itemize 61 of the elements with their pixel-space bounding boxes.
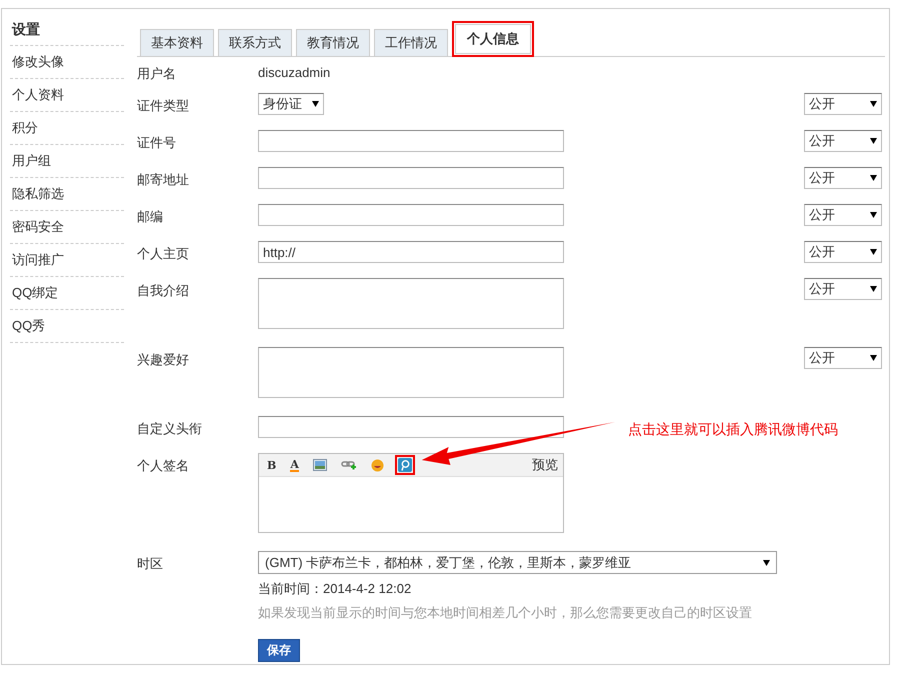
tab[interactable]: 基本资料 xyxy=(140,29,214,56)
signature-editor[interactable]: B A 预览 xyxy=(258,453,564,533)
privacy-select[interactable]: 公开 xyxy=(804,167,882,189)
caret-icon xyxy=(312,101,319,107)
caret-icon xyxy=(870,355,877,361)
field-label: 时区 xyxy=(137,555,164,573)
save-button[interactable]: 保存 xyxy=(258,639,300,662)
text-area[interactable] xyxy=(258,347,564,398)
tab[interactable]: 教育情况 xyxy=(296,29,370,56)
text-field[interactable] xyxy=(258,130,564,152)
privacy-select[interactable]: 公开 xyxy=(804,278,882,300)
username-value: discuzadmin xyxy=(258,64,332,80)
text-field[interactable] xyxy=(258,167,564,189)
privacy-select[interactable]: 公开 xyxy=(804,347,882,369)
field-label: 证件类型 xyxy=(137,97,190,115)
sidebar-title: 设置 xyxy=(10,9,124,46)
caret-icon xyxy=(763,560,770,566)
preview-button[interactable]: 预览 xyxy=(532,456,558,474)
tab[interactable]: 个人信息 xyxy=(452,21,534,57)
sidebar-item[interactable]: 访问推广 xyxy=(10,244,124,277)
tab[interactable]: 工作情况 xyxy=(374,29,448,56)
sidebar-item[interactable]: 积分 xyxy=(10,112,124,145)
sidebar-item[interactable]: 密码安全 xyxy=(10,211,124,244)
tab[interactable]: 联系方式 xyxy=(218,29,292,56)
field-label: 自我介绍 xyxy=(137,282,190,300)
id-type-select[interactable]: 身份证 xyxy=(258,93,324,115)
text-field[interactable]: http:// xyxy=(258,241,564,263)
font-color-button[interactable]: A xyxy=(287,456,302,474)
caret-icon xyxy=(870,138,877,144)
sidebar-item[interactable]: 隐私筛选 xyxy=(10,178,124,211)
text-field[interactable] xyxy=(258,416,564,438)
bold-button[interactable]: B xyxy=(264,456,280,474)
sidebar-item[interactable]: 个人资料 xyxy=(10,79,124,112)
text-area[interactable] xyxy=(258,278,564,329)
caret-icon xyxy=(870,249,877,255)
field-label: 个人签名 xyxy=(137,457,190,475)
caret-icon xyxy=(870,101,877,107)
privacy-select[interactable]: 公开 xyxy=(804,93,882,115)
field-label: 邮寄地址 xyxy=(137,171,190,189)
field-label: 证件号 xyxy=(137,134,177,152)
timezone-select[interactable]: (GMT) 卡萨布兰卡，都柏林，爱丁堡，伦敦，里斯本，蒙罗维亚 xyxy=(258,551,777,574)
privacy-select[interactable]: 公开 xyxy=(804,241,882,263)
timezone-hint: 如果发现当前显示的时间与您本地时间相差几个小时，那么您需要更改自己的时区设置 xyxy=(258,604,753,622)
sidebar-item[interactable]: 修改头像 xyxy=(10,46,124,79)
sidebar-item[interactable]: QQ秀 xyxy=(10,310,124,343)
field-label: 用户名 xyxy=(137,65,177,83)
current-time: 当前时间：2014-4-2 12:02 xyxy=(258,580,412,598)
field-label: 邮编 xyxy=(137,208,164,226)
caret-icon xyxy=(870,212,877,218)
text-field[interactable] xyxy=(258,204,564,226)
privacy-select[interactable]: 公开 xyxy=(804,130,882,152)
sidebar-item[interactable]: 用户组 xyxy=(10,145,124,178)
field-label: 自定义头衔 xyxy=(137,420,203,438)
field-label: 个人主页 xyxy=(137,245,190,263)
annotation-text: 点击这里就可以插入腾讯微博代码 xyxy=(628,421,838,439)
caret-icon xyxy=(870,286,877,292)
sidebar-item[interactable]: QQ绑定 xyxy=(10,277,124,310)
caret-icon xyxy=(870,175,877,181)
field-label: 兴趣爱好 xyxy=(137,351,190,369)
privacy-select[interactable]: 公开 xyxy=(804,204,882,226)
weibo-icon[interactable] xyxy=(394,455,415,475)
